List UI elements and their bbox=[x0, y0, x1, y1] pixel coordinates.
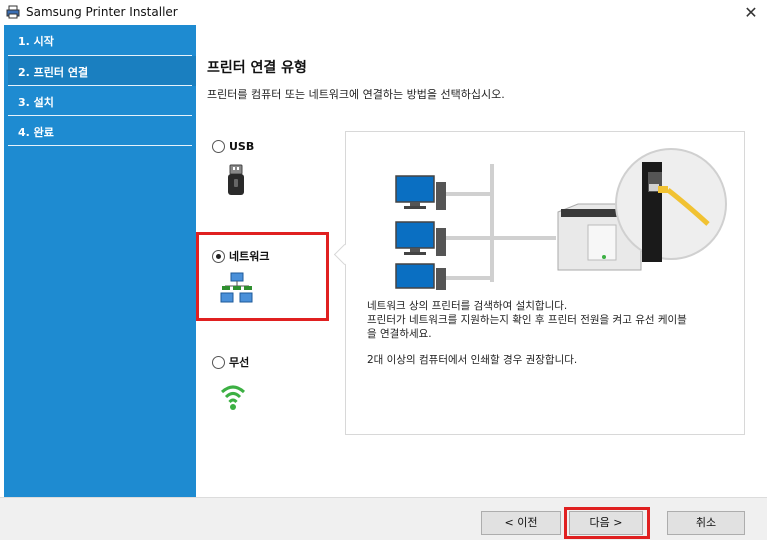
computer-icon bbox=[395, 263, 492, 290]
page-title: 프린터 연결 유형 bbox=[207, 60, 307, 76]
description-line-3: 을 연결하세요. bbox=[367, 328, 432, 340]
printer-app-icon bbox=[6, 5, 20, 19]
close-button[interactable]: ✕ bbox=[735, 0, 767, 25]
option-label: 무선 bbox=[229, 356, 250, 369]
cancel-button[interactable]: 취소 bbox=[667, 511, 745, 535]
wifi-icon bbox=[220, 385, 246, 410]
usb-radio[interactable] bbox=[212, 139, 225, 153]
option-wireless[interactable]: 무선 bbox=[212, 354, 249, 370]
sidebar-item-label: 2. 프린터 연결 bbox=[18, 66, 89, 79]
sidebar-item-install: 3. 설치 bbox=[8, 86, 196, 116]
sidebar-item-printer-connection: 2. 프린터 연결 bbox=[8, 56, 196, 86]
network-radio[interactable] bbox=[212, 249, 225, 263]
wireless-radio[interactable] bbox=[212, 355, 225, 369]
option-network[interactable]: 네트워크 bbox=[212, 248, 269, 264]
title-bar: Samsung Printer Installer ✕ bbox=[0, 0, 767, 25]
sidebar-divider bbox=[8, 145, 192, 146]
sidebar-item-label: 3. 설치 bbox=[18, 96, 54, 109]
sidebar-item-start: 1. 시작 bbox=[8, 25, 196, 55]
usb-icon bbox=[228, 164, 244, 195]
sidebar: 1. 시작 2. 프린터 연결 3. 설치 4. 완료 bbox=[4, 25, 196, 497]
option-usb[interactable]: USB bbox=[212, 139, 254, 153]
page-subtitle: 프린터를 컴퓨터 또는 네트워크에 연결하는 방법을 선택하십시오. bbox=[207, 88, 505, 101]
previous-button[interactable]: < 이전 bbox=[481, 511, 561, 535]
network-illustration bbox=[395, 148, 727, 290]
sidebar-item-complete: 4. 완료 bbox=[8, 116, 196, 146]
computer-icon bbox=[395, 175, 492, 210]
description-line-4: 2대 이상의 컴퓨터에서 인쇄할 경우 권장합니다. bbox=[367, 354, 578, 366]
next-button-highlight bbox=[564, 507, 650, 539]
network-icon bbox=[220, 272, 253, 303]
option-label: USB bbox=[229, 139, 255, 153]
sidebar-item-label: 1. 시작 bbox=[18, 35, 54, 48]
computer-icon bbox=[395, 221, 556, 256]
sidebar-item-label: 4. 완료 bbox=[18, 126, 54, 139]
network-option-highlight bbox=[196, 232, 329, 321]
description-line-2: 프린터가 네트워크를 지원하는지 확인 후 프린터 전원을 켜고 유선 케이블 bbox=[367, 314, 687, 326]
close-icon: ✕ bbox=[744, 3, 758, 22]
window-title: Samsung Printer Installer bbox=[26, 5, 178, 19]
footer bbox=[0, 497, 767, 540]
description-line-1: 네트워크 상의 프린터를 검색하여 설치합니다. bbox=[367, 300, 568, 312]
option-label: 네트워크 bbox=[229, 250, 270, 263]
